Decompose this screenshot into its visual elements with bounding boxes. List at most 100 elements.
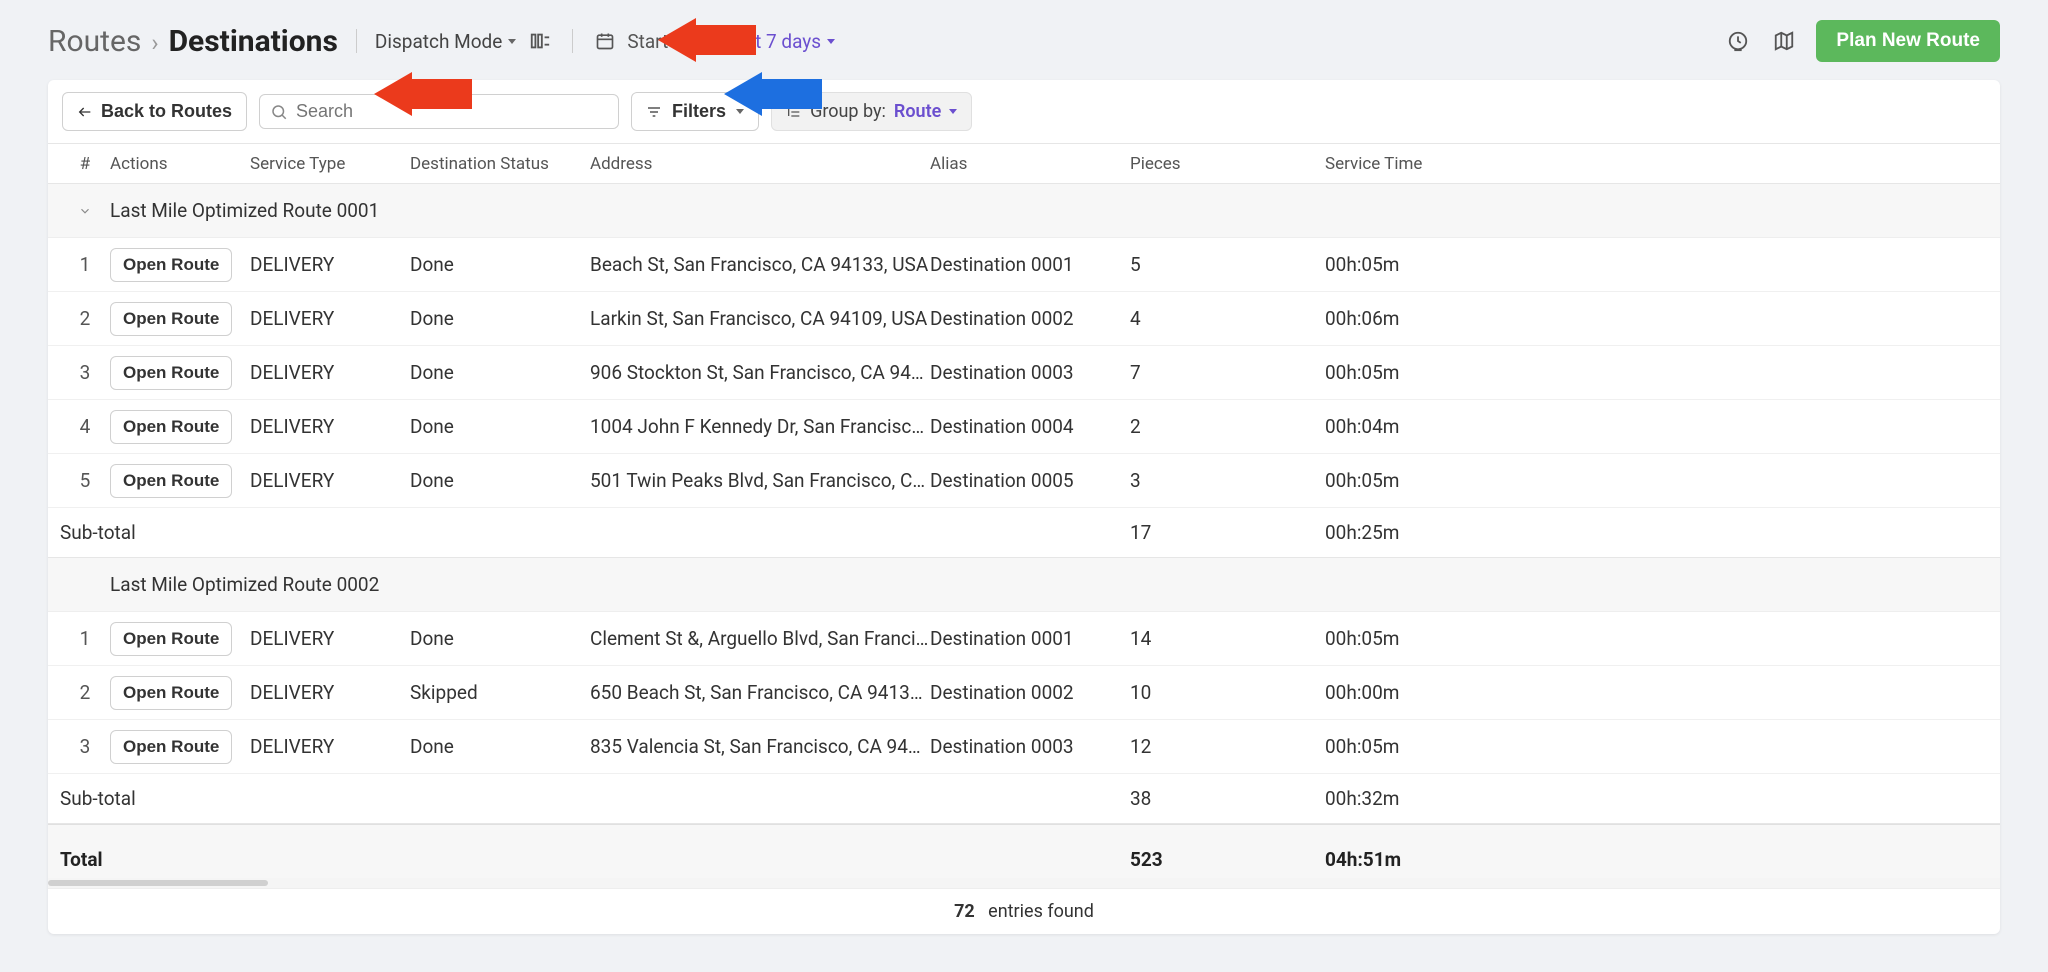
- col-service-time: Service Time: [1325, 154, 1535, 174]
- cell-status: Done: [410, 361, 590, 384]
- group-row[interactable]: Last Mile Optimized Route 0001: [48, 184, 2000, 238]
- table-row: 4Open RouteDELIVERYDone1004 John F Kenne…: [48, 400, 2000, 454]
- chevron-down-icon: [827, 39, 835, 44]
- search-input-wrapper[interactable]: [259, 94, 619, 129]
- dispatch-mode-label: Dispatch Mode: [375, 30, 502, 53]
- row-num: 1: [60, 253, 110, 276]
- map-icon[interactable]: [1770, 27, 1798, 55]
- col-address: Address: [590, 154, 930, 174]
- cell-service-type: DELIVERY: [250, 627, 410, 650]
- subtotal-service-time: 00h:25m: [1325, 521, 1535, 544]
- search-input[interactable]: [296, 101, 608, 122]
- group-by-dropdown[interactable]: Group by: Route: [771, 92, 972, 131]
- filters-label: Filters: [672, 101, 726, 122]
- cell-alias: Destination 0004: [930, 415, 1130, 438]
- cell-service-time: 00h:06m: [1325, 307, 1535, 330]
- cell-pieces: 5: [1130, 253, 1325, 276]
- dispatch-mode-dropdown[interactable]: Dispatch Mode: [375, 30, 516, 53]
- col-destination-status: Destination Status: [410, 154, 590, 174]
- open-route-button[interactable]: Open Route: [110, 622, 232, 656]
- cell-address: 1004 John F Kennedy Dr, San Francisco, C…: [590, 415, 930, 438]
- breadcrumb-parent[interactable]: Routes: [48, 24, 141, 59]
- row-num: 1: [60, 627, 110, 650]
- page-title: Destinations: [169, 24, 338, 59]
- cell-service-type: DELIVERY: [250, 735, 410, 758]
- open-route-button[interactable]: Open Route: [110, 730, 232, 764]
- table-row: 3Open Route DELIVERYDone835 Valencia St, …: [48, 720, 2000, 774]
- open-route-button[interactable]: Open Route: [110, 356, 232, 390]
- row-num: 2: [60, 307, 110, 330]
- cell-service-type: DELIVERY: [250, 307, 410, 330]
- open-route-button[interactable]: Open Route: [110, 410, 232, 444]
- table-row: 1Open RouteDELIVERYDoneBeach St, San Fra…: [48, 238, 2000, 292]
- cell-pieces: 10: [1130, 681, 1325, 704]
- open-route-button[interactable]: Open Route: [110, 302, 232, 336]
- start-date-dropdown[interactable]: Last 7 days: [725, 30, 835, 53]
- subtotal-label: Sub-total: [60, 787, 250, 810]
- cell-address: 501 Twin Peaks Blvd, San Francisco, CA 9…: [590, 469, 930, 492]
- breadcrumb-sep-icon: ›: [151, 29, 158, 57]
- group-row[interactable]: Last Mile Optimized Route 0002: [48, 558, 2000, 612]
- back-to-routes-button[interactable]: Back to Routes: [62, 92, 247, 131]
- back-label: Back to Routes: [101, 101, 232, 122]
- cell-address: Beach St, San Francisco, CA 94133, USA: [590, 253, 930, 276]
- subtotal-pieces: 17: [1130, 521, 1325, 544]
- open-route-button[interactable]: Open Route: [110, 464, 232, 498]
- cell-address: 835 Valencia St, San Francisco, CA 94110…: [590, 735, 930, 758]
- scrollbar-thumb[interactable]: [48, 880, 268, 886]
- table-header: # Actions Service Type Destination Statu…: [48, 144, 2000, 184]
- cell-service-type: DELIVERY: [250, 469, 410, 492]
- group-by-label: Group by:: [810, 101, 886, 122]
- cell-status: Done: [410, 415, 590, 438]
- cell-status: Done: [410, 469, 590, 492]
- group-by-value: Route: [894, 101, 941, 122]
- cell-pieces: 4: [1130, 307, 1325, 330]
- table-row: 5Open Route DELIVERYDone501 Twin Peaks Bl…: [48, 454, 2000, 508]
- open-route-button[interactable]: Open Route: [110, 676, 232, 710]
- history-icon[interactable]: [1724, 27, 1752, 55]
- table-row: 1Open RouteDELIVERYDoneClement St &, Arg…: [48, 612, 2000, 666]
- table-row: 2Open RouteDELIVERYDoneLarkin St, San Fr…: [48, 292, 2000, 346]
- breadcrumb: Routes › Destinations: [48, 24, 338, 59]
- cell-service-time: 00h:04m: [1325, 415, 1535, 438]
- cell-service-time: 00h:00m: [1325, 681, 1535, 704]
- start-date-label: Start Date:: [627, 30, 716, 53]
- col-pieces: Pieces: [1130, 154, 1325, 174]
- cell-status: Skipped: [410, 681, 590, 704]
- cell-status: Done: [410, 627, 590, 650]
- cell-alias: Destination 0005: [930, 469, 1130, 492]
- group-name: Last Mile Optimized Route 0002: [110, 573, 1535, 596]
- open-route-button[interactable]: Open Route: [110, 248, 232, 282]
- filter-icon: [646, 104, 662, 120]
- divider-icon: [572, 29, 573, 53]
- cell-status: Done: [410, 735, 590, 758]
- table-row: 3Open RouteDELIVERYDone906 Stockton St, …: [48, 346, 2000, 400]
- subtotal-pieces: 38: [1130, 787, 1325, 810]
- cell-pieces: 3: [1130, 469, 1325, 492]
- horizontal-scrollbar[interactable]: [48, 878, 2000, 888]
- subtotal-row: Sub-total 1700h:25m: [48, 508, 2000, 558]
- subtotal-label: Sub-total: [60, 521, 250, 544]
- cell-pieces: 2: [1130, 415, 1325, 438]
- cell-alias: Destination 0001: [930, 627, 1130, 650]
- cell-address: 650 Beach St, San Francisco, CA 94133, U…: [590, 681, 930, 704]
- filters-dropdown[interactable]: Filters: [631, 92, 759, 131]
- cell-service-type: DELIVERY: [250, 415, 410, 438]
- start-date-value: Last 7 days: [725, 30, 821, 53]
- plan-new-route-button[interactable]: Plan New Route: [1816, 20, 2000, 62]
- cell-service-time: 00h:05m: [1325, 627, 1535, 650]
- row-num: 3: [60, 735, 110, 758]
- cell-service-time: 00h:05m: [1325, 469, 1535, 492]
- group-icon: [786, 104, 802, 120]
- chevron-down-icon: [60, 204, 110, 218]
- cell-alias: Destination 0001: [930, 253, 1130, 276]
- chevron-down-icon: [60, 578, 110, 592]
- chevron-down-icon: [508, 39, 516, 44]
- tune-columns-icon[interactable]: [526, 27, 554, 55]
- entries-label: entries found: [988, 901, 1094, 922]
- cell-address: Larkin St, San Francisco, CA 94109, USA: [590, 307, 930, 330]
- total-service-time: 04h:51m: [1325, 848, 1535, 871]
- col-num: #: [60, 154, 110, 174]
- row-num: 5: [60, 469, 110, 492]
- cell-alias: Destination 0003: [930, 735, 1130, 758]
